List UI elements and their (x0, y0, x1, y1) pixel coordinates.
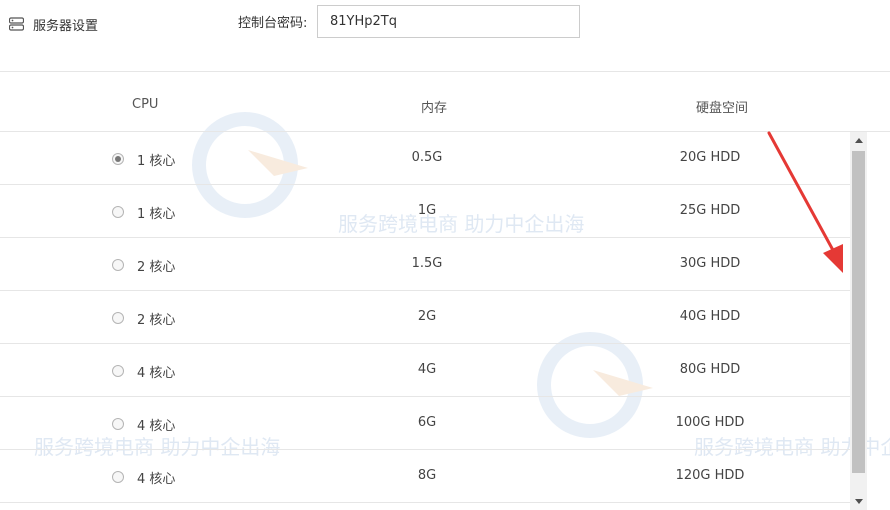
console-password-label: 控制台密码: (238, 16, 308, 31)
memory-cell: 1G (417, 203, 437, 218)
section-title: 服务器设置 (33, 19, 99, 34)
column-header-cpu: CPU (132, 97, 159, 112)
plan-radio[interactable] (112, 365, 124, 377)
disk-cell: 20G HDD (679, 150, 741, 165)
cpu-cell: 4 核心 (137, 472, 176, 487)
plan-radio[interactable] (112, 312, 124, 324)
server-plan-list: 1 核心 0.5G 20G HDD 1 核心 1G 25G HDD 2 核心 1… (0, 132, 850, 510)
memory-cell: 1.5G (411, 256, 443, 271)
cpu-cell: 4 核心 (137, 419, 176, 434)
scroll-up-icon[interactable] (850, 132, 867, 149)
table-row[interactable]: 4 核心 4G 80G HDD (0, 344, 850, 397)
disk-cell: 30G HDD (679, 256, 741, 271)
table-header: CPU 内存 硬盘空间 (0, 73, 890, 132)
cpu-cell: 4 核心 (137, 366, 176, 381)
column-header-disk: 硬盘空间 (696, 101, 749, 116)
settings-header: 服务器设置 控制台密码: (0, 0, 890, 72)
table-row[interactable]: 4 核心 8G 120G HDD (0, 450, 850, 503)
plan-radio[interactable] (112, 153, 124, 165)
memory-cell: 6G (417, 415, 437, 430)
scrollbar-thumb[interactable] (852, 151, 865, 473)
disk-cell: 80G HDD (679, 362, 741, 377)
disk-cell: 120G HDD (675, 468, 745, 483)
plan-radio[interactable] (112, 206, 124, 218)
column-header-memory: 内存 (421, 101, 448, 116)
cpu-cell: 1 核心 (137, 154, 176, 169)
cpu-cell: 1 核心 (137, 207, 176, 222)
plan-radio[interactable] (112, 471, 124, 483)
list-scrollbar[interactable] (850, 132, 867, 510)
cpu-cell: 2 核心 (137, 260, 176, 275)
table-row[interactable]: 2 核心 2G 40G HDD (0, 291, 850, 344)
plan-radio[interactable] (112, 418, 124, 430)
table-row[interactable]: 1 核心 1G 25G HDD (0, 185, 850, 238)
disk-cell: 25G HDD (679, 203, 741, 218)
table-row[interactable]: 2 核心 1.5G 30G HDD (0, 238, 850, 291)
disk-cell: 100G HDD (675, 415, 745, 430)
memory-cell: 2G (417, 309, 437, 324)
memory-cell: 4G (417, 362, 437, 377)
scroll-down-icon[interactable] (850, 493, 867, 510)
server-icon (8, 17, 25, 31)
memory-cell: 8G (417, 468, 437, 483)
console-password-input[interactable] (317, 5, 580, 38)
server-settings-page: 服务跨境电商 助力中企出海 服务跨境电商 助力中企出海 服务跨境电商 助力中企出… (0, 0, 890, 510)
table-row[interactable]: 1 核心 0.5G 20G HDD (0, 132, 850, 185)
disk-cell: 40G HDD (679, 309, 741, 324)
plan-radio[interactable] (112, 259, 124, 271)
table-row[interactable]: 4 核心 6G 100G HDD (0, 397, 850, 450)
cpu-cell: 2 核心 (137, 313, 176, 328)
memory-cell: 0.5G (411, 150, 443, 165)
